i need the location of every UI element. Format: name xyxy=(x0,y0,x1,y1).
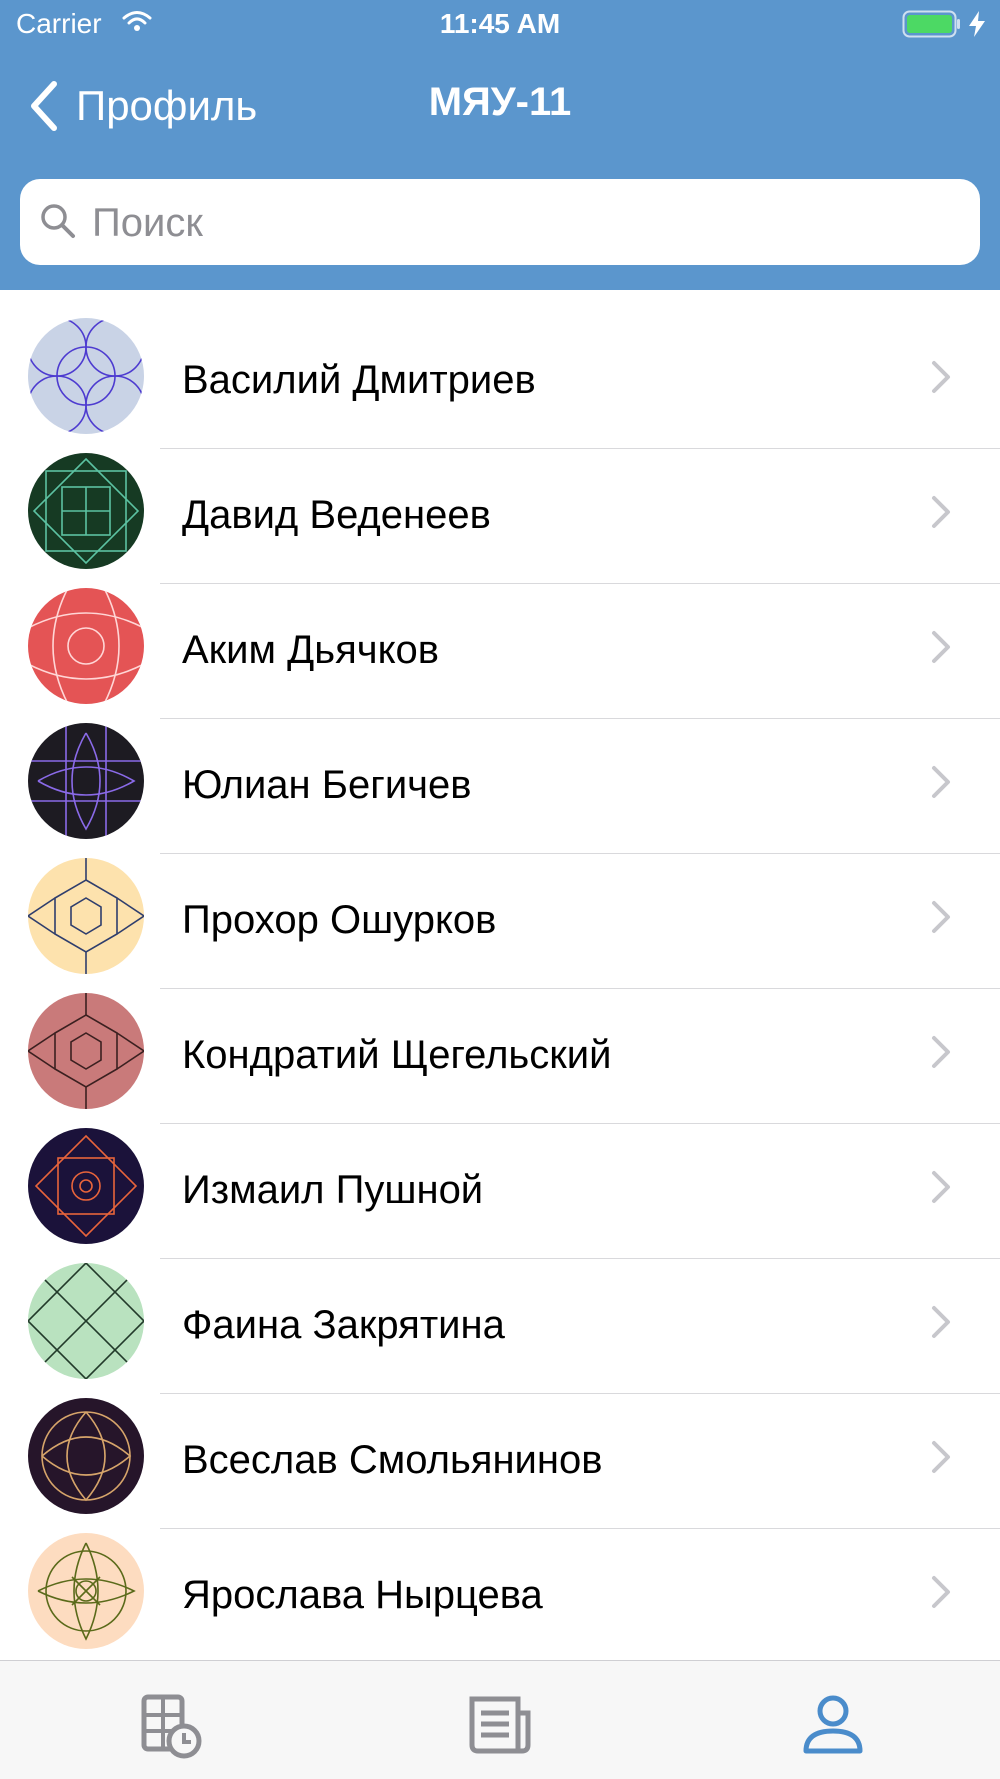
member-name: Фаина Закрятина xyxy=(182,1303,505,1347)
search-icon xyxy=(38,201,78,246)
row-separator xyxy=(160,1258,1000,1259)
chevron-right-icon xyxy=(930,630,952,669)
tab-profile[interactable] xyxy=(798,1691,868,1761)
member-row[interactable]: Василий Дмитриев xyxy=(0,318,1000,453)
navigation-bar: Профиль МЯУ-11 xyxy=(0,60,1000,150)
tab-schedule[interactable] xyxy=(136,1691,206,1761)
status-bar: Carrier 11:45 AM xyxy=(0,0,1000,50)
avatar xyxy=(28,1533,144,1649)
avatar xyxy=(28,723,144,839)
avatar xyxy=(28,1263,144,1379)
charging-bolt-icon xyxy=(966,10,988,43)
member-name: Давид Веденеев xyxy=(182,493,491,537)
row-separator xyxy=(160,583,1000,584)
page-title: МЯУ-11 xyxy=(428,80,572,124)
search-input[interactable] xyxy=(90,179,964,267)
row-separator xyxy=(160,853,1000,854)
chevron-right-icon xyxy=(930,1575,952,1614)
member-name: Кондратий Щегельский xyxy=(182,1033,612,1077)
row-separator xyxy=(160,1123,1000,1124)
tab-news[interactable] xyxy=(466,1691,536,1761)
avatar xyxy=(28,453,144,569)
chevron-right-icon xyxy=(930,1440,952,1479)
member-name: Василий Дмитриев xyxy=(182,358,536,402)
member-name: Юлиан Бегичев xyxy=(182,763,472,807)
member-row[interactable]: Прохор Ошурков xyxy=(0,858,1000,993)
member-row[interactable]: Фаина Закрятина xyxy=(0,1263,1000,1398)
news-icon xyxy=(466,1696,536,1765)
member-row[interactable]: Всеслав Смольянинов xyxy=(0,1398,1000,1533)
row-separator xyxy=(160,718,1000,719)
chevron-right-icon xyxy=(930,495,952,534)
member-row[interactable]: Давид Веденеев xyxy=(0,453,1000,588)
member-row[interactable]: Юлиан Бегичев xyxy=(0,723,1000,858)
battery-icon xyxy=(902,10,962,43)
search-bar[interactable] xyxy=(20,179,980,267)
avatar xyxy=(28,1398,144,1514)
chevron-right-icon xyxy=(930,1170,952,1209)
avatar xyxy=(28,318,144,434)
schedule-icon xyxy=(136,1694,206,1765)
member-row[interactable]: Измаил Пушной xyxy=(0,1128,1000,1263)
chevron-right-icon xyxy=(930,360,952,399)
chevron-right-icon xyxy=(930,1035,952,1074)
tab-bar xyxy=(0,1660,1000,1779)
avatar xyxy=(28,993,144,1109)
member-row[interactable]: Ярослава Нырцева xyxy=(0,1533,1000,1668)
row-separator xyxy=(160,988,1000,989)
avatar xyxy=(28,1128,144,1244)
chevron-right-icon xyxy=(930,765,952,804)
chevron-right-icon xyxy=(930,900,952,939)
member-name: Аким Дьячков xyxy=(182,628,440,672)
member-row[interactable]: Кондратий Щегельский xyxy=(0,993,1000,1128)
profile-icon xyxy=(798,1695,868,1765)
header: Carrier 11:45 AM Профиль МЯУ-11 Поиск xyxy=(0,0,1000,290)
avatar xyxy=(28,858,144,974)
member-name: Прохор Ошурков xyxy=(182,898,497,942)
member-list: Василий Дмитриев Давид Веденеев Аким Дья… xyxy=(0,318,1000,1668)
chevron-right-icon xyxy=(930,1305,952,1344)
row-separator xyxy=(160,448,1000,449)
avatar xyxy=(28,588,144,704)
row-separator xyxy=(160,1393,1000,1394)
member-name: Измаил Пушной xyxy=(182,1168,484,1212)
status-time: 11:45 AM xyxy=(439,8,561,39)
member-name: Всеслав Смольянинов xyxy=(182,1438,603,1482)
member-row[interactable]: Аким Дьячков xyxy=(0,588,1000,723)
row-separator xyxy=(160,1528,1000,1529)
member-name: Ярослава Нырцева xyxy=(182,1573,543,1617)
